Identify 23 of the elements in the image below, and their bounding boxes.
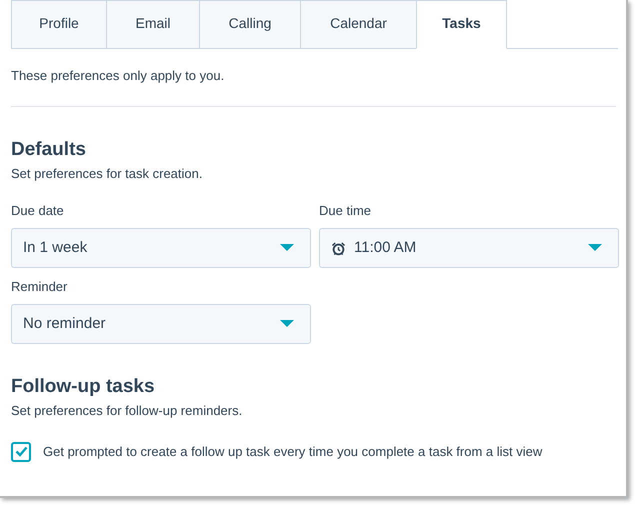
section-heading: Follow-up tasks <box>11 375 156 399</box>
tab[interactable]: Calendar <box>300 0 417 49</box>
field-label: Reminder <box>11 279 68 295</box>
tab[interactable]: Calling <box>199 0 301 49</box>
dropdown-select[interactable]: No reminder <box>11 304 311 344</box>
checkbox[interactable] <box>11 442 31 462</box>
caret-icon <box>588 244 602 252</box>
section-subtitle: Set preferences for follow-up reminders. <box>11 402 244 420</box>
field-label: Due date <box>11 203 65 219</box>
section-heading: Defaults <box>11 138 87 162</box>
dropdown-select[interactable]: In 1 week <box>11 228 311 268</box>
check-icon <box>14 446 28 457</box>
caret-icon <box>280 244 294 252</box>
section-subtitle: Set preferences for task creation. <box>11 164 204 183</box>
field-label: Due time <box>319 203 372 219</box>
tab[interactable]: Profile <box>11 0 107 49</box>
alarm-clock-icon <box>331 240 346 256</box>
caret-icon <box>280 320 294 328</box>
info-text: These preferences only apply to you. <box>11 67 226 85</box>
tab[interactable]: Tasks <box>416 0 507 49</box>
tab[interactable]: Email <box>106 0 200 49</box>
dropdown-select[interactable]: 11:00 AM <box>319 228 619 268</box>
checkbox-label: Get prompted to create a follow up task every time you complete a task from a list view <box>43 442 544 461</box>
